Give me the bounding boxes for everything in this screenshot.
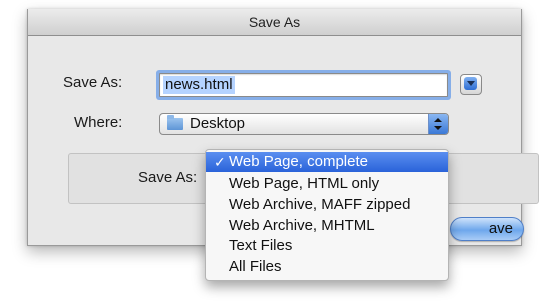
menu-item-label: All Files	[229, 258, 282, 275]
menu-item-label: Text Files	[229, 237, 293, 254]
menu-item-web-archive-maff[interactable]: Web Archive, MAFF zipped	[206, 195, 448, 215]
folder-icon	[167, 115, 183, 130]
checkmark-icon: ✓	[214, 154, 226, 170]
menu-item-label: Web Page, complete	[229, 153, 368, 170]
menu-item-web-archive-mhtml[interactable]: Web Archive, MHTML	[206, 216, 448, 236]
menu-item-web-page-html-only[interactable]: Web Page, HTML only	[206, 174, 448, 194]
dialog-title: Save As	[28, 9, 521, 36]
filename-text: news.html	[163, 76, 235, 94]
save-button[interactable]: ave	[450, 217, 524, 241]
where-value: Desktop	[190, 115, 246, 132]
filename-field[interactable]: news.html	[159, 73, 448, 97]
expand-button[interactable]	[460, 74, 482, 95]
where-label: Where:	[74, 114, 123, 131]
menu-item-label: Web Archive, MAFF zipped	[229, 196, 411, 213]
save-button-label: ave	[488, 220, 513, 237]
disclosure-triangle-icon	[464, 77, 477, 90]
stage: Save As Save As: news.html Where: Deskto…	[0, 0, 550, 305]
menu-item-label: Web Archive, MHTML	[229, 217, 375, 234]
menu-item-web-page-complete[interactable]: ✓ Web Page, complete	[206, 152, 448, 172]
format-dropdown-menu: ✓ Web Page, complete Web Page, HTML only…	[205, 149, 449, 281]
menu-item-label: Web Page, HTML only	[229, 175, 380, 192]
popup-stepper-icon	[428, 114, 448, 134]
name-label: Save As:	[63, 74, 123, 91]
menu-item-text-files[interactable]: Text Files	[206, 236, 448, 256]
format-label: Save As:	[138, 169, 198, 186]
where-popup-button[interactable]: Desktop	[159, 113, 449, 135]
menu-item-all-files[interactable]: All Files	[206, 257, 448, 277]
